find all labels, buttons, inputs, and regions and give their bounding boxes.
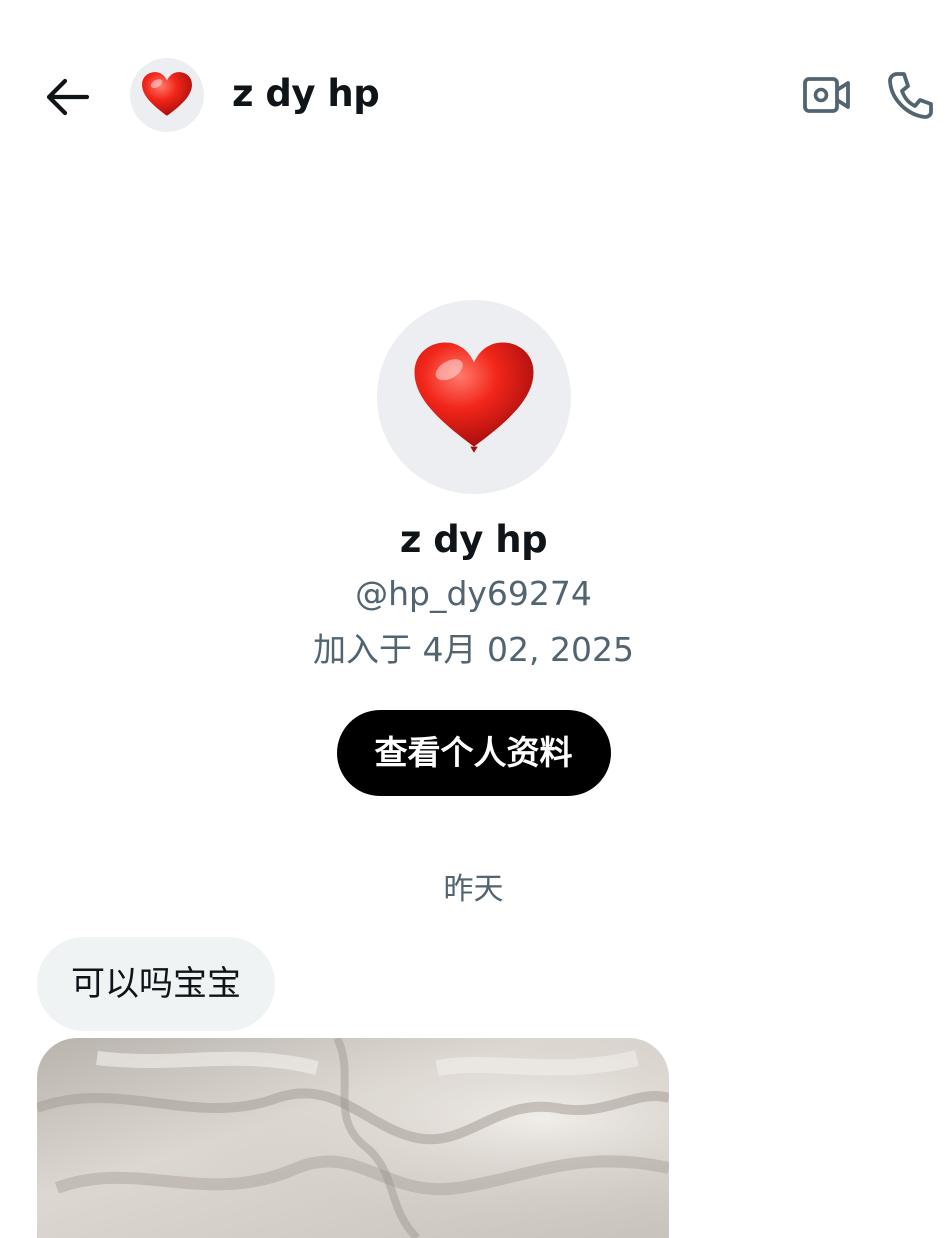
video-camera-icon [803, 77, 850, 113]
fabric-photo-image [37, 1038, 669, 1238]
header-title[interactable]: z dy hp [232, 72, 380, 115]
video-call-button[interactable] [798, 68, 856, 122]
message-photo[interactable] [37, 1038, 669, 1238]
back-button[interactable] [40, 70, 94, 124]
profile-joined-date: 加入于 4月 02, 2025 [313, 630, 634, 669]
red-heart-icon [414, 342, 533, 453]
profile-card: z dy hp @hp_dy69274 加入于 4月 02, 2025 查看个人… [0, 300, 947, 796]
profile-handle: @hp_dy69274 [355, 574, 592, 613]
red-heart-icon [142, 72, 192, 116]
phone-icon [888, 72, 933, 119]
profile-name: z dy hp [399, 518, 548, 561]
message-bubble[interactable]: 可以吗宝宝 [37, 937, 275, 1031]
date-separator: 昨天 [443, 872, 504, 907]
voice-call-button[interactable] [880, 66, 940, 124]
arrow-left-icon [46, 78, 90, 116]
avatar[interactable] [130, 58, 204, 132]
view-profile-button[interactable]: 查看个人资料 [336, 710, 611, 796]
conversation-header: z dy hp [0, 0, 947, 190]
profile-avatar[interactable] [376, 300, 571, 494]
